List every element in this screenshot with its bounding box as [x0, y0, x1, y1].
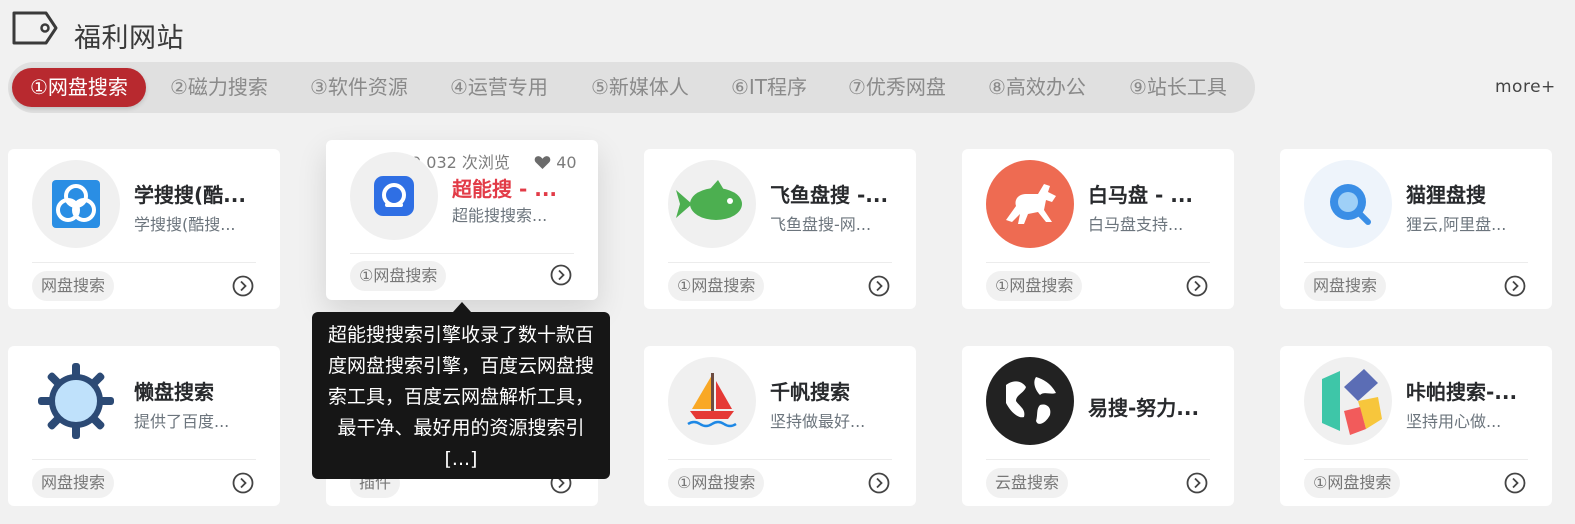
cloud-logo-icon: [52, 180, 100, 228]
tab-magnet-search[interactable]: ②磁力搜索: [170, 68, 268, 107]
site-card[interactable]: 白马盘 - ... 白马盘支持... ①网盘搜索: [962, 149, 1234, 309]
site-logo: [32, 357, 120, 445]
arrow-circle-icon[interactable]: [1186, 472, 1208, 494]
site-logo: [1304, 357, 1392, 445]
site-logo: [1304, 160, 1392, 248]
divider: [986, 262, 1210, 263]
category-tag[interactable]: ①网盘搜索: [350, 261, 447, 291]
site-desc: 飞鱼盘搜-网...: [770, 215, 872, 234]
site-title: 学搜搜(酷...: [134, 183, 246, 207]
site-title: 猫狸盘搜: [1406, 183, 1486, 207]
magnifier-icon: [1330, 184, 1371, 225]
site-title: 飞鱼盘搜 -...: [770, 183, 889, 207]
arrow-circle-icon[interactable]: [232, 275, 254, 297]
tab-it-programs[interactable]: ⑥IT程序: [731, 68, 807, 107]
arrow-circle-icon[interactable]: [1504, 472, 1526, 494]
site-card[interactable]: 飞鱼盘搜 -... 飞鱼盘搜-网... ①网盘搜索: [644, 149, 916, 309]
site-title: 千帆搜索: [770, 380, 850, 404]
site-desc: 提供了百度...: [134, 412, 230, 431]
tab-office[interactable]: ⑧高效办公: [988, 68, 1086, 107]
site-title: 超能搜 - ...: [452, 177, 558, 201]
tab-new-media[interactable]: ⑤新媒体人: [591, 68, 689, 107]
category-tag[interactable]: ①网盘搜索: [668, 468, 765, 498]
site-title: 咔帕搜索-...: [1406, 380, 1518, 404]
divider: [32, 262, 256, 263]
divider: [1304, 262, 1528, 263]
tab-wangpan-search[interactable]: ①网盘搜索: [12, 68, 146, 107]
site-logo: [668, 160, 756, 248]
site-desc: 超能搜搜索...: [452, 206, 548, 225]
description-tooltip: 超能搜搜索引擎收录了数十款百度网盘搜索引擎，百度云网盘搜索工具，百度云网盘解析工…: [312, 312, 610, 479]
site-card[interactable]: 猫狸盘搜 狸云,阿里盘... 网盘搜索: [1280, 149, 1552, 309]
horse-icon: [1006, 184, 1056, 224]
site-logo: [986, 357, 1074, 445]
divider: [32, 459, 256, 460]
site-logo: [668, 357, 756, 445]
divider: [668, 262, 892, 263]
site-logo: [986, 160, 1074, 248]
divider: [668, 459, 892, 460]
arrow-circle-icon[interactable]: [1504, 275, 1526, 297]
category-tag[interactable]: 网盘搜索: [1304, 271, 1387, 301]
category-tag[interactable]: ①网盘搜索: [986, 271, 1083, 301]
category-tag[interactable]: ①网盘搜索: [1304, 468, 1401, 498]
site-card[interactable]: 懒盘搜索 提供了百度... 网盘搜索: [8, 346, 280, 506]
globe-icon: [1006, 377, 1056, 424]
search-app-icon: [374, 176, 414, 216]
tab-webmaster-tools[interactable]: ⑨站长工具: [1129, 68, 1227, 107]
divider: [1304, 459, 1528, 460]
arrow-circle-icon[interactable]: [232, 472, 254, 494]
site-desc: 狸云,阿里盘...: [1406, 215, 1507, 234]
divider: [986, 459, 1210, 460]
site-logo: [350, 152, 438, 240]
site-title: 白马盘 - ...: [1088, 183, 1194, 207]
category-tag[interactable]: 云盘搜索: [986, 468, 1069, 498]
tag-icon: [12, 11, 58, 45]
site-card[interactable]: 易搜-努力... 云盘搜索: [962, 346, 1234, 506]
more-link[interactable]: more+: [1495, 77, 1556, 97]
site-desc: 白马盘支持...: [1088, 215, 1184, 234]
site-card[interactable]: 千帆搜索 坚持做最好... ①网盘搜索: [644, 346, 916, 506]
tab-excellent-netdisk[interactable]: ⑦优秀网盘: [848, 68, 946, 107]
arrow-circle-icon[interactable]: [550, 264, 572, 286]
site-desc: 坚持用心做...: [1406, 412, 1502, 431]
category-tag[interactable]: ①网盘搜索: [668, 271, 765, 301]
site-card[interactable]: 学搜搜(酷... 学搜搜(酷搜... 网盘搜索: [8, 149, 280, 309]
k-logo-icon: [1322, 369, 1382, 435]
category-tag[interactable]: 网盘搜索: [32, 271, 115, 301]
heart-icon[interactable]: [534, 155, 551, 170]
section-title: 福利网站: [74, 23, 184, 54]
tooltip-arrow: [453, 302, 471, 312]
like-count: 40: [556, 153, 577, 172]
category-tag[interactable]: 网盘搜索: [32, 468, 115, 498]
site-desc: 坚持做最好...: [770, 412, 866, 431]
site-title: 易搜-努力...: [1088, 396, 1200, 420]
site-desc: 学搜搜(酷搜...: [134, 215, 236, 234]
site-title: 懒盘搜索: [134, 380, 214, 404]
site-card[interactable]: 咔帕搜索-... 坚持用心做... ①网盘搜索: [1280, 346, 1552, 506]
arrow-circle-icon[interactable]: [1186, 275, 1208, 297]
arrow-circle-icon[interactable]: [868, 275, 890, 297]
fish-icon: [676, 180, 742, 220]
category-tabs: ①网盘搜索 ②磁力搜索 ③软件资源 ④运营专用 ⑤新媒体人 ⑥IT程序 ⑦优秀网…: [8, 62, 1255, 113]
sailboat-icon: [687, 373, 737, 428]
gear-icon: [38, 363, 114, 439]
divider: [350, 253, 574, 254]
tab-operations[interactable]: ④运营专用: [450, 68, 548, 107]
tab-software-resources[interactable]: ③软件资源: [310, 68, 408, 107]
site-logo: [32, 160, 120, 248]
arrow-circle-icon[interactable]: [868, 472, 890, 494]
site-card-hovered[interactable]: 9,032 次浏览 40 超能搜 - ... 超能搜搜索... ①网盘搜索: [326, 140, 598, 300]
